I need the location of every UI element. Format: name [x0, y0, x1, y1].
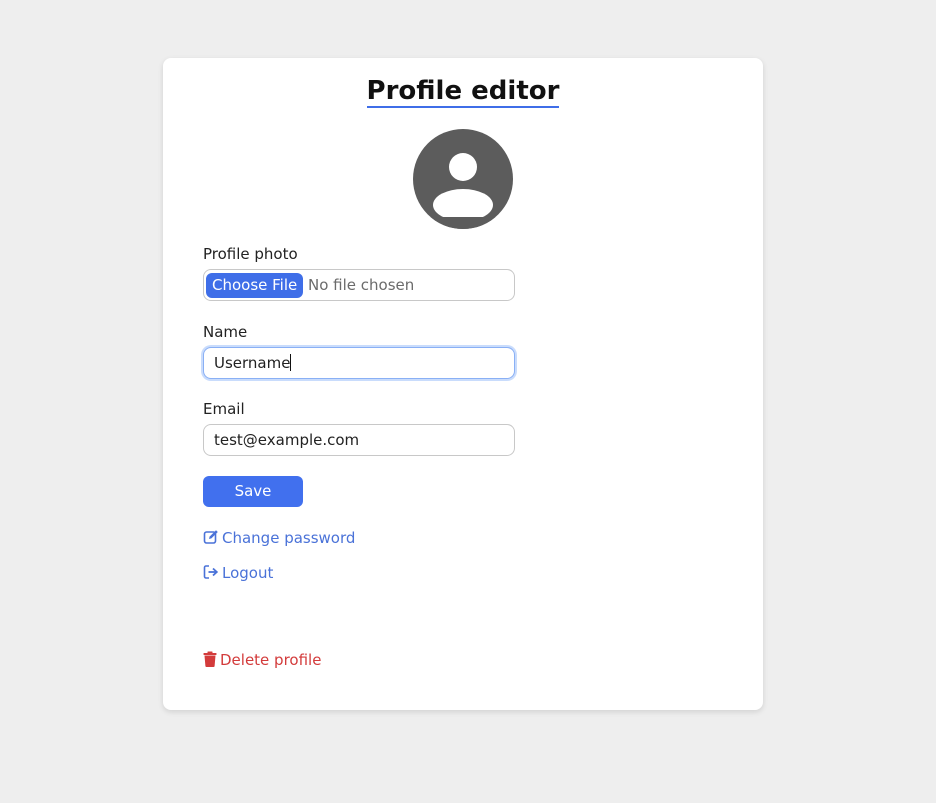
page-title-text: Profile editor: [366, 76, 560, 108]
email-input-value: test@example.com: [214, 431, 360, 449]
profile-photo-input[interactable]: Choose File No file chosen: [203, 269, 515, 301]
logout-label: Logout: [222, 564, 274, 582]
file-status-text: No file chosen: [308, 276, 415, 294]
change-password-label: Change password: [222, 529, 356, 547]
name-input-value: Username: [214, 354, 291, 372]
text-caret: [290, 353, 292, 371]
change-password-link[interactable]: Change password: [203, 528, 355, 548]
page-title: Profile editor: [163, 74, 763, 108]
logout-link[interactable]: Logout: [203, 563, 273, 583]
user-avatar-icon: [413, 129, 513, 229]
profile-photo-label: Profile photo: [203, 245, 298, 263]
edit-icon: [203, 530, 218, 544]
save-button[interactable]: Save: [203, 476, 303, 507]
email-input[interactable]: test@example.com: [203, 424, 515, 456]
logout-icon: [203, 565, 219, 579]
trash-icon: [203, 651, 217, 667]
email-label: Email: [203, 400, 245, 418]
profile-card: Profile editor Profile photo Choose File…: [163, 58, 763, 710]
choose-file-button[interactable]: Choose File: [206, 273, 304, 298]
delete-profile-link[interactable]: Delete profile: [203, 650, 321, 670]
name-input[interactable]: Username: [203, 347, 515, 379]
delete-profile-label: Delete profile: [220, 651, 322, 669]
name-label: Name: [203, 323, 248, 341]
